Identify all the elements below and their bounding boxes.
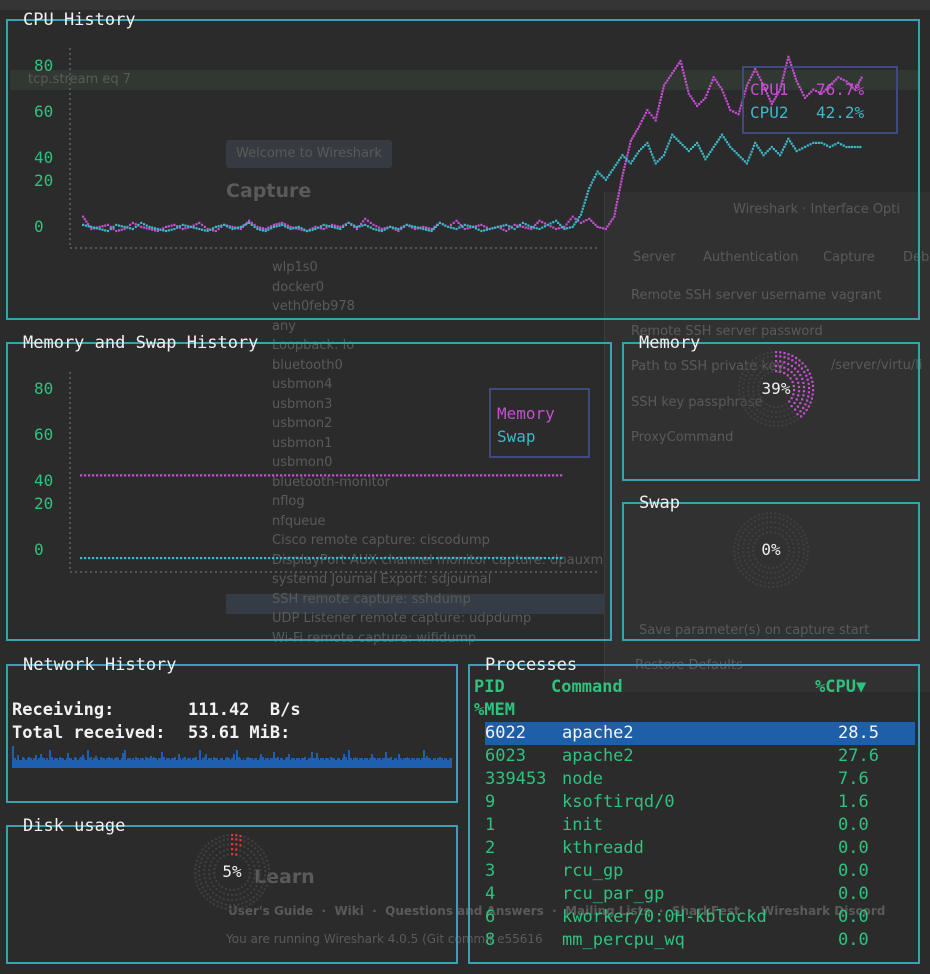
cpu1-legend-name: CPU1 <box>750 80 789 99</box>
process-row[interactable]: 1 init 0.0 <box>485 814 915 837</box>
process-pid: 2 <box>485 838 496 858</box>
process-cpu: 0.0 <box>838 907 869 927</box>
process-command: node <box>562 769 603 789</box>
y-tick-label: 60 <box>34 102 54 121</box>
header-pid[interactable]: PID <box>474 676 505 698</box>
cpu2-legend-name: CPU2 <box>750 103 789 122</box>
process-row[interactable]: 8 mm_percpu_wq 0.0 <box>485 929 915 952</box>
memory-swap-legend: Memory Swap <box>489 388 590 458</box>
header-mem[interactable]: %MEM <box>474 699 515 721</box>
y-tick-label: 0 <box>34 540 44 559</box>
memory-title: Memory <box>639 333 701 353</box>
process-row[interactable]: 3 rcu_gp 0.0 <box>485 860 915 883</box>
disk-percent: 5% <box>222 862 242 881</box>
process-command: rcu_par_gp <box>562 884 665 904</box>
y-tick-label: 20 <box>34 494 54 513</box>
cpu-history-panel: CPU History <box>6 10 920 320</box>
network-total-label: Total received: <box>12 723 166 743</box>
process-command: kthreadd <box>562 838 644 858</box>
y-tick-label: 20 <box>34 171 54 190</box>
process-cpu: 0.0 <box>838 884 869 904</box>
process-pid: 6 <box>485 907 496 927</box>
cpu-history-title: CPU History <box>23 10 136 30</box>
process-row[interactable]: 9 ksoftirqd/0 1.6 <box>485 791 915 814</box>
background-interface-item: any <box>272 318 296 334</box>
process-cpu: 7.6 <box>838 769 869 789</box>
y-tick-label: 80 <box>34 379 54 398</box>
process-row[interactable]: 339453 node 7.6 <box>485 768 915 791</box>
cpu1-legend-value: 76.7% <box>816 80 865 99</box>
y-tick-label: 80 <box>34 56 54 75</box>
process-cpu: 0.0 <box>838 930 869 950</box>
process-cpu: 0.0 <box>838 815 869 835</box>
disk-usage-panel: Disk usage <box>6 816 458 964</box>
process-command: rcu_gp <box>562 861 624 881</box>
swap-title: Swap <box>639 493 680 513</box>
cpu2-legend-value: 42.2% <box>816 103 865 122</box>
network-bar <box>450 758 453 768</box>
swap-percent: 0% <box>761 540 781 559</box>
process-cpu: 1.6 <box>838 792 869 812</box>
process-pid: 3 <box>485 861 496 881</box>
process-pid: 339453 <box>485 769 547 789</box>
header-cpu-sorted[interactable]: %CPU▼ <box>815 676 866 698</box>
cpu2-legend-entry: CPU2 42.2% <box>750 101 890 124</box>
process-cpu: 0.0 <box>838 838 869 858</box>
process-pid: 6023 <box>485 746 526 766</box>
process-cpu: 27.6 <box>838 746 879 766</box>
process-row[interactable]: 2 kthreadd 0.0 <box>485 837 915 860</box>
process-cpu: 0.0 <box>838 861 869 881</box>
process-command: kworker/0:0H-kblockd <box>562 907 767 927</box>
background-menubar <box>0 0 930 10</box>
cpu1-legend-entry: CPU1 76.7% <box>750 78 890 101</box>
memory-legend-entry: Memory <box>497 404 555 423</box>
process-row[interactable]: 6023 apache2 27.6 <box>485 745 915 768</box>
process-pid: 1 <box>485 815 496 835</box>
process-command: ksoftirqd/0 <box>562 792 675 812</box>
memory-swap-history-title: Memory and Swap History <box>23 333 259 353</box>
memory-swap-history-panel: Memory and Swap History <box>6 333 612 641</box>
process-command: init <box>562 815 603 835</box>
process-pid: 9 <box>485 792 496 812</box>
swap-legend-entry: Swap <box>497 427 536 446</box>
cpu-legend: CPU1 76.7% CPU2 42.2% <box>742 66 898 134</box>
process-row[interactable]: 6 kworker/0:0H-kblockd 0.0 <box>485 906 915 929</box>
swap-panel: Swap <box>622 493 920 641</box>
process-row[interactable]: 4 rcu_par_gp 0.0 <box>485 883 915 906</box>
y-tick-label: 40 <box>34 148 54 167</box>
network-history-title: Network History <box>23 655 177 675</box>
network-receiving-value: 111.42 B/s <box>188 700 301 720</box>
y-tick-label: 60 <box>34 425 54 444</box>
network-receiving-label: Receiving: <box>12 700 115 720</box>
network-bars <box>12 744 453 768</box>
network-total-value: 53.61 MiB: <box>188 723 291 743</box>
memory-percent: 39% <box>761 379 791 398</box>
process-command: apache2 <box>562 723 634 743</box>
process-pid: 4 <box>485 884 496 904</box>
header-command[interactable]: Command <box>551 676 623 698</box>
process-pid: 6022 <box>485 723 526 743</box>
disk-usage-title: Disk usage <box>23 816 126 836</box>
y-tick-label: 0 <box>34 217 44 236</box>
process-pid: 8 <box>485 930 496 950</box>
y-tick-label: 40 <box>34 471 54 490</box>
memory-panel: Memory <box>622 333 920 481</box>
process-row[interactable]: 6022 apache2 28.5 <box>485 722 915 745</box>
processes-title: Processes <box>485 655 578 675</box>
process-cpu: 28.5 <box>838 723 879 743</box>
process-command: mm_percpu_wq <box>562 930 685 950</box>
process-command: apache2 <box>562 746 634 766</box>
